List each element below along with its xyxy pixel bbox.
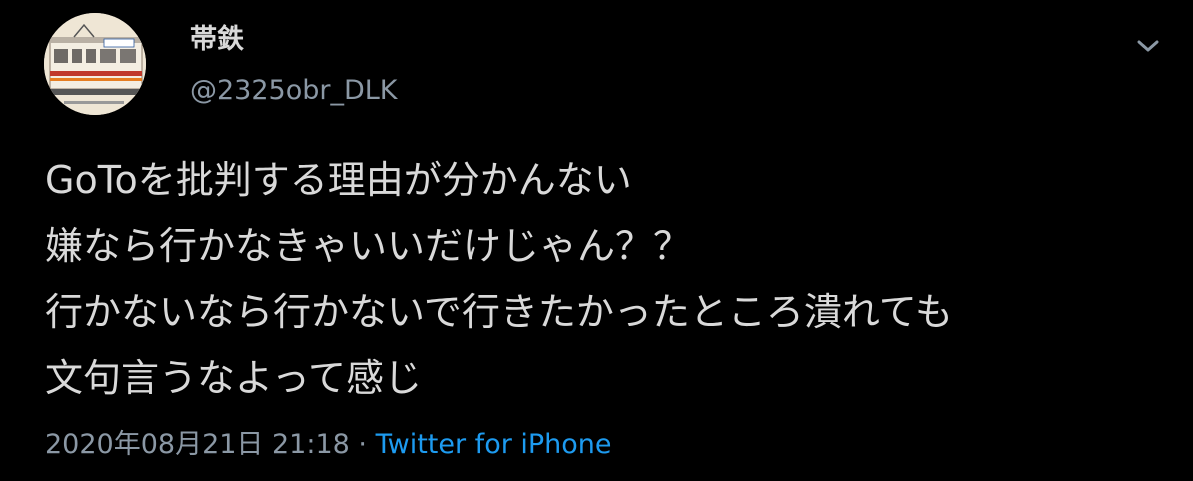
- tweet-line: 文句言うなよって感じ: [45, 356, 422, 400]
- source-link[interactable]: Twitter for iPhone: [376, 429, 612, 460]
- user-handle[interactable]: @2325obr_DLK: [190, 73, 398, 109]
- timestamp[interactable]: 2020年08月21日 21:18: [45, 429, 350, 460]
- display-name[interactable]: 帯鉄: [190, 22, 244, 58]
- tweet-card: 帯鉄 @2325obr_DLK GoToを批判する理由が分かんない 嫌なら行かな…: [0, 0, 1193, 481]
- train-photo-icon: [44, 13, 146, 115]
- tweet-text: GoToを批判する理由が分かんない 嫌なら行かなきゃいいだけじゃん？？ 行かない…: [45, 147, 1165, 411]
- meta-separator: ·: [358, 429, 368, 460]
- tweet-line: 嫌なら行かなきゃいいだけじゃん？？: [45, 224, 692, 268]
- chevron-down-icon[interactable]: [1132, 32, 1164, 60]
- tweet-meta: 2020年08月21日 21:18 · Twitter for iPhone: [45, 426, 612, 464]
- tweet-line: GoToを批判する理由が分かんない: [45, 158, 632, 202]
- avatar[interactable]: [44, 13, 146, 115]
- tweet-line: 行かないなら行かないで行きたかったところ潰れても: [45, 290, 953, 334]
